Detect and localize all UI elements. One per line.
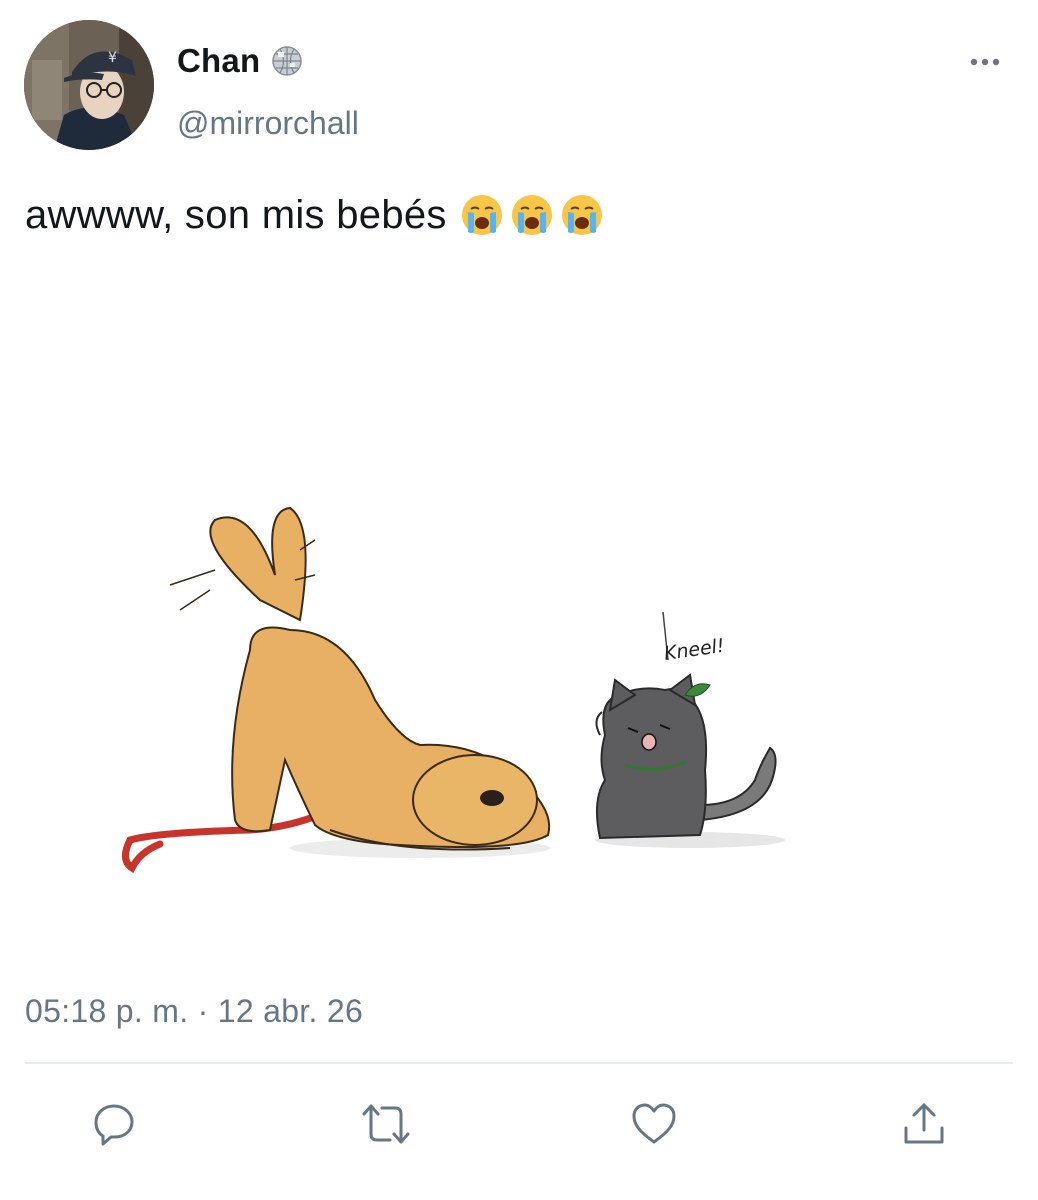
display-name[interactable]: Chan (177, 42, 260, 80)
like-button[interactable] (630, 1100, 678, 1148)
disco-ball-icon (270, 44, 304, 78)
tweet-text-row: awwww, son mis bebés (25, 192, 605, 238)
share-button[interactable] (900, 1100, 948, 1148)
tweet-media-illustration[interactable]: Kneel! (100, 480, 840, 900)
retweet-icon (362, 1104, 410, 1144)
tweet-action-bar (0, 1100, 1038, 1150)
tweet-card: ¥ Chan @mirrorchall awwww, son mis bebés (0, 0, 1038, 1200)
author-row: Chan (177, 42, 304, 80)
tweet-text: awwww, son mis bebés (25, 192, 447, 237)
reply-button[interactable] (90, 1100, 138, 1148)
author-handle[interactable]: @mirrorchall (177, 105, 359, 142)
media-caption: Kneel! (663, 635, 726, 665)
more-options-icon[interactable] (966, 52, 1004, 72)
loudly-crying-face-emoji (509, 192, 555, 238)
dog-drawing (169, 506, 551, 851)
tweet-timestamp[interactable]: 05:18 p. m. · 12 abr. 26 (25, 993, 363, 1030)
avatar[interactable]: ¥ (24, 20, 154, 150)
emoji-group (459, 192, 605, 238)
loudly-crying-face-emoji (459, 192, 505, 238)
reply-icon (94, 1104, 134, 1146)
heart-icon (632, 1103, 676, 1144)
divider (25, 1062, 1013, 1064)
retweet-button[interactable] (358, 1100, 414, 1148)
cat-drawing (595, 673, 777, 840)
loudly-crying-face-emoji (559, 192, 605, 238)
share-icon (904, 1103, 944, 1144)
svg-text:¥: ¥ (108, 50, 117, 66)
